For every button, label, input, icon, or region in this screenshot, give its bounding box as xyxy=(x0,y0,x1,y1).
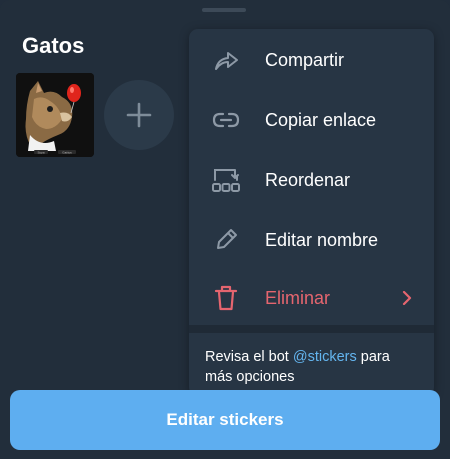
cat-sticker-image: Sopa Gatitos xyxy=(16,73,94,157)
add-sticker-button[interactable] xyxy=(104,80,174,150)
stickers-bot-hint: Revisa el bot @stickers para más opcione… xyxy=(205,347,420,387)
menu-item-label: Reordenar xyxy=(265,169,351,190)
menu-item-share[interactable]: Compartir xyxy=(189,30,434,90)
bottom-sheet: Gatos Sopa Gatitos Compartir Copiar enla… xyxy=(0,0,450,459)
drag-handle[interactable] xyxy=(202,8,246,12)
menu-item-reorder[interactable]: Reordenar xyxy=(189,150,434,210)
menu-item-label: Copiar enlace xyxy=(265,109,377,130)
menu-item-delete[interactable]: Eliminar xyxy=(189,268,434,328)
menu-item-label: Eliminar xyxy=(265,287,331,308)
stickers-bot-link[interactable]: @stickers xyxy=(293,349,357,365)
plus-icon xyxy=(126,102,152,128)
menu-item-copy-link[interactable]: Copiar enlace xyxy=(189,90,434,150)
pencil-icon xyxy=(211,225,241,255)
menu-divider xyxy=(189,325,434,333)
context-menu: Compartir Copiar enlace Reordenar Editar… xyxy=(189,29,434,396)
reorder-icon xyxy=(211,165,241,195)
trash-icon xyxy=(211,283,241,313)
sticker-tag-right: Gatitos xyxy=(62,150,72,154)
pack-title: Gatos xyxy=(22,33,85,58)
menu-item-edit-name[interactable]: Editar nombre xyxy=(189,210,434,270)
share-icon xyxy=(211,45,241,75)
sticker-tag-left: Sopa xyxy=(37,150,44,154)
sticker-thumbnail[interactable]: Sopa Gatitos xyxy=(16,73,94,157)
menu-item-label: Compartir xyxy=(265,49,345,70)
link-icon xyxy=(211,105,241,135)
edit-stickers-button[interactable]: Editar stickers xyxy=(10,390,440,450)
hint-prefix: Revisa el bot xyxy=(205,349,293,365)
chevron-right-icon xyxy=(400,291,414,305)
menu-item-label: Editar nombre xyxy=(265,229,379,250)
